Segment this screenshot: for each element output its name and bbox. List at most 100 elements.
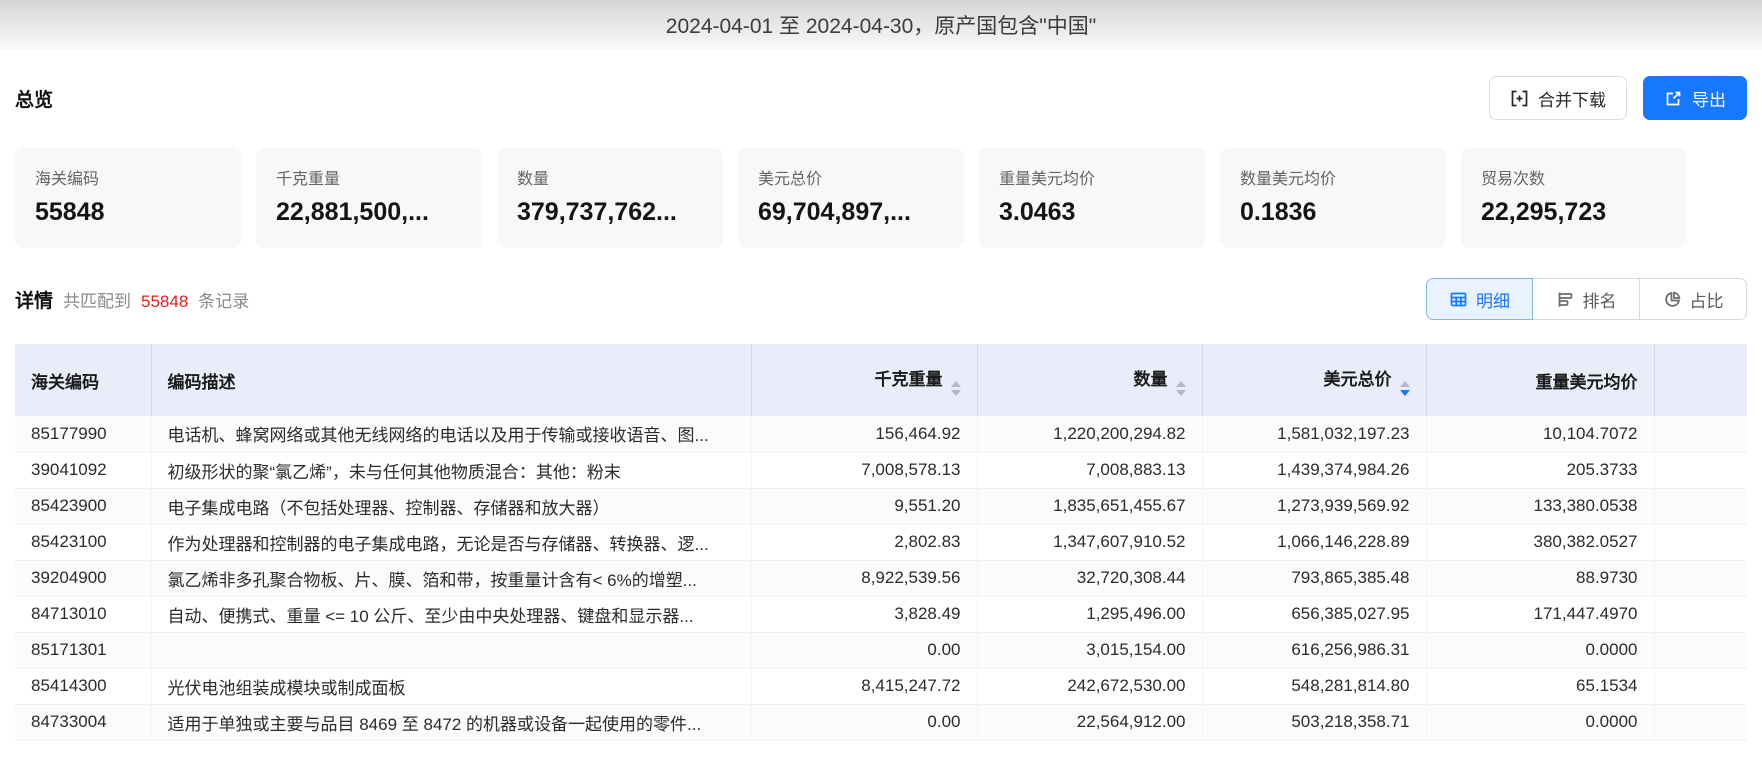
table-row[interactable]: 85423900 电子集成电路（不包括处理器、控制器、存储器和放大器） 9,551.…: [15, 488, 1747, 525]
empty-cell: [1654, 596, 1747, 633]
description-cell: 光伏电池组装成模块或制成面板: [151, 668, 752, 705]
stat-card: 千克重量 22,881,500,...: [256, 148, 482, 248]
kg-weight-cell: 9,551.20: [751, 488, 978, 525]
export-label: 导出: [1692, 90, 1726, 110]
hs-code-cell: 85414300: [15, 668, 152, 705]
tab-ranking-label: 排名: [1582, 291, 1617, 311]
hs-code-table: 海关编码 编码描述 千克重量 数量 美元总价 重量美元均价 85177990 电话…: [15, 344, 1747, 741]
description-cell: 自动、便携式、重量 <= 10 公斤、至少由中央处理器、键盘和显示器...: [151, 596, 752, 633]
avg-usd-per-kg-cell: 205.3733: [1426, 452, 1655, 489]
overview-header: 总览 合并下载 导出: [15, 74, 1747, 122]
table-row[interactable]: 85177990 电话机、蜂窝网络或其他无线网络的电话以及用于传输或接收语音、图.…: [15, 416, 1747, 453]
tab-ranking[interactable]: 排名: [1533, 278, 1640, 320]
tab-detail[interactable]: 明细: [1426, 278, 1533, 320]
quantity-cell: 3,015,154.00: [977, 632, 1203, 669]
stat-card-value: 379,737,762...: [517, 198, 677, 226]
kg-weight-cell: 7,008,578.13: [751, 452, 978, 489]
view-tabs: 明细 排名 占比: [1426, 278, 1747, 320]
table-row[interactable]: 85171301 0.00 3,015,154.00 616,256,986.31 0.…: [15, 632, 1747, 669]
hs-code-cell: 39041092: [15, 452, 152, 489]
table-icon: [1449, 290, 1468, 309]
hs-code-cell: 85423900: [15, 488, 152, 525]
overview-title: 总览: [15, 89, 54, 111]
kg-weight-cell: 3,828.49: [751, 596, 978, 633]
usd-total-cell: 548,281,814.80: [1202, 668, 1427, 705]
usd-total-cell: 1,581,032,197.23: [1202, 416, 1427, 453]
table-row[interactable]: 39204900 氯乙烯非多孔聚合物板、片、膜、箔和带，按重量计含有< 6%的增塑…: [15, 560, 1747, 597]
stat-card-value: 69,704,897,...: [758, 198, 911, 226]
sort-icon[interactable]: [1399, 380, 1410, 396]
sort-icon[interactable]: [1175, 380, 1186, 396]
col-header-hs-code: 海关编码: [15, 344, 152, 416]
stat-card: 贸易次数 22,295,723: [1461, 148, 1687, 248]
avg-usd-per-kg-cell: 133,380.0538: [1426, 488, 1655, 525]
tab-proportion[interactable]: 占比: [1640, 278, 1747, 320]
empty-cell: [1654, 416, 1747, 453]
quantity-cell: 1,347,607,910.52: [977, 524, 1203, 561]
hs-code-cell: 84713010: [15, 596, 152, 633]
pie-icon: [1663, 290, 1682, 309]
avg-usd-per-kg-cell: 10,104.7072: [1426, 416, 1655, 453]
stat-card: 数量美元均价 0.1836: [1220, 148, 1446, 248]
table-row[interactable]: 84733004 适用于单独或主要与品目 8469 至 8472 的机器或设备一起…: [15, 704, 1747, 741]
kg-weight-cell: 8,922,539.56: [751, 560, 978, 597]
description-cell: 电子集成电路（不包括处理器、控制器、存储器和放大器）: [151, 488, 752, 525]
hs-code-cell: 84733004: [15, 704, 152, 741]
stat-cards: 海关编码 55848 千克重量 22,881,500,... 数量 379,737,762…: [15, 148, 1747, 248]
col-header-usd-total[interactable]: 美元总价: [1202, 344, 1427, 416]
empty-cell: [1654, 704, 1747, 741]
table-row[interactable]: 85423100 作为处理器和控制器的电子集成电路，无论是否与存储器、转换器、逻.…: [15, 524, 1747, 561]
usd-total-cell: 616,256,986.31: [1202, 632, 1427, 669]
merge-download-label: 合并下载: [1538, 90, 1606, 110]
stat-card-label: 千克重量: [276, 171, 341, 188]
usd-total-cell: 503,218,358.71: [1202, 704, 1427, 741]
merge-download-button[interactable]: 合并下载: [1489, 76, 1627, 120]
stat-card-value: 55848: [35, 198, 105, 226]
usd-total-cell: 1,273,939,569.92: [1202, 488, 1427, 525]
kg-weight-cell: 2,802.83: [751, 524, 978, 561]
details-title: 详情: [15, 290, 54, 312]
details-header: 详情 共匹配到 55848 条记录 明细 排名 占比: [15, 278, 1747, 320]
col-header-avg-usd-per-kg: 重量美元均价: [1426, 344, 1655, 416]
description-cell: 初级形状的聚“氯乙烯”，未与任何其他物质混合：其他：粉末: [151, 452, 752, 489]
quantity-cell: 1,220,200,294.82: [977, 416, 1203, 453]
stat-card-value: 22,295,723: [1481, 198, 1607, 226]
table-row[interactable]: 84713010 自动、便携式、重量 <= 10 公斤、至少由中央处理器、键盘和显…: [15, 596, 1747, 633]
date-filter-banner: 2024-04-01 至 2024-04-30，原产国包含"中国": [0, 0, 1762, 50]
match-prefix: 共匹配到: [63, 291, 132, 311]
col-header-kg-weight[interactable]: 千克重量: [751, 344, 978, 416]
description-cell: [151, 632, 752, 669]
hs-code-cell: 39204900: [15, 560, 152, 597]
table-row[interactable]: 85414300 光伏电池组装成模块或制成面板 8,415,247.72 242,67…: [15, 668, 1747, 705]
export-button[interactable]: 导出: [1643, 76, 1747, 120]
quantity-cell: 32,720,308.44: [977, 560, 1203, 597]
table-row[interactable]: 39041092 初级形状的聚“氯乙烯”，未与任何其他物质混合：其他：粉末 7,00…: [15, 452, 1747, 489]
kg-weight-cell: 8,415,247.72: [751, 668, 978, 705]
sort-icon[interactable]: [950, 380, 961, 396]
empty-cell: [1654, 668, 1747, 705]
stat-card-label: 美元总价: [758, 171, 823, 188]
details-summary: 详情 共匹配到 55848 条记录: [15, 286, 249, 313]
col-header-quantity[interactable]: 数量: [977, 344, 1203, 416]
col-header-empty: [1654, 344, 1747, 416]
merge-cells-icon: [1510, 89, 1529, 108]
stat-card-label: 重量美元均价: [999, 171, 1096, 188]
description-cell: 电话机、蜂窝网络或其他无线网络的电话以及用于传输或接收语音、图...: [151, 416, 752, 453]
export-icon: [1664, 89, 1683, 108]
usd-total-cell: 1,439,374,984.26: [1202, 452, 1427, 489]
kg-weight-cell: 0.00: [751, 704, 978, 741]
record-count: 55848: [141, 291, 189, 311]
stat-card-label: 贸易次数: [1481, 171, 1546, 188]
avg-usd-per-kg-cell: 0.0000: [1426, 632, 1655, 669]
stat-card-label: 数量: [517, 171, 550, 188]
stat-card-label: 海关编码: [35, 171, 100, 188]
empty-cell: [1654, 488, 1747, 525]
description-cell: 适用于单独或主要与品目 8469 至 8472 的机器或设备一起使用的零件...: [151, 704, 752, 741]
stat-card: 美元总价 69,704,897,...: [738, 148, 964, 248]
usd-total-cell: 793,865,385.48: [1202, 560, 1427, 597]
usd-total-cell: 656,385,027.95: [1202, 596, 1427, 633]
stat-card-value: 0.1836: [1240, 198, 1317, 226]
avg-usd-per-kg-cell: 0.0000: [1426, 704, 1655, 741]
kg-weight-cell: 156,464.92: [751, 416, 978, 453]
match-suffix: 条记录: [198, 291, 250, 311]
